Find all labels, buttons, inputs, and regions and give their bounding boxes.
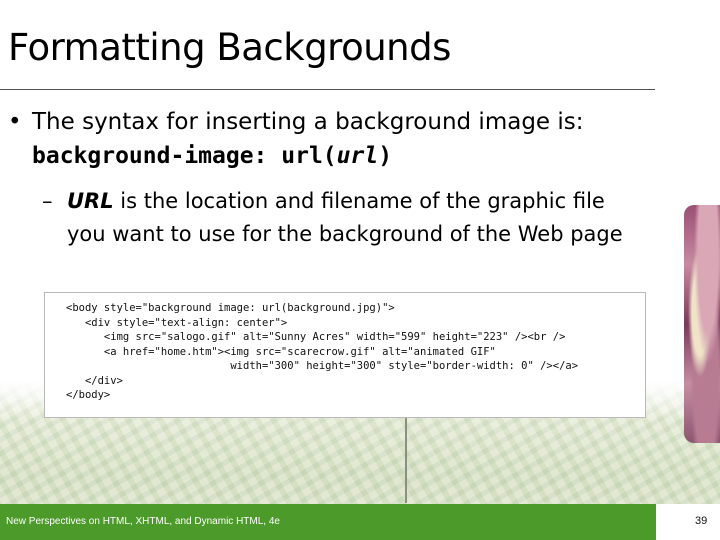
sub-bullet-line2: you want to use for the background of th… — [67, 222, 623, 246]
code-line: <div style="text-align: center"> — [66, 316, 288, 329]
code-line: <img src="salogo.gif" alt="Sunny Acres" … — [66, 331, 566, 343]
decorative-divider — [405, 418, 407, 503]
code-line: <body style="background image: url(backg… — [66, 302, 395, 314]
sub-bullet-url-description: – URL is the location and filename of the… — [42, 185, 672, 251]
syntax-code-prefix: background-image: url( — [32, 143, 337, 169]
page-number-box — [656, 504, 720, 540]
code-line: </div> — [66, 374, 123, 387]
bullet-text: The syntax for inserting a background im… — [32, 109, 584, 135]
page-number: 39 — [695, 515, 708, 527]
code-line: <a href="home.htm"><img src="scarecrow.g… — [66, 345, 496, 358]
title-underline — [0, 89, 655, 90]
code-example-figure: <body style="background image: url(backg… — [44, 292, 646, 418]
footer-text: New Perspectives on HTML, XHTML, and Dyn… — [6, 516, 280, 527]
flower-photo-image — [684, 205, 720, 443]
code-line: </body> — [66, 389, 111, 401]
sub-bullet-marker: – — [42, 189, 53, 213]
syntax-code-arg: url — [336, 143, 379, 169]
sub-bullet-term: URL — [67, 189, 114, 213]
bullet-marker: • — [8, 109, 22, 135]
code-line: width="300" height="300" style="border-w… — [66, 360, 579, 372]
syntax-code: background-image: url(url) — [8, 139, 668, 173]
slide-title: Formatting Backgrounds — [8, 26, 451, 69]
bullet-background-syntax: • The syntax for inserting a background i… — [8, 105, 668, 173]
sub-bullet-line1: is the location and filename of the grap… — [113, 189, 605, 213]
syntax-code-suffix: ) — [378, 143, 393, 169]
